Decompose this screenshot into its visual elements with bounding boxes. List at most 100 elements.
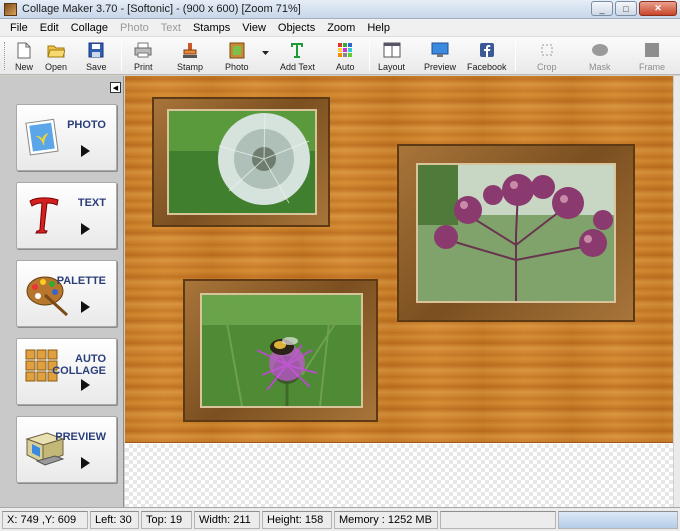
status-width: Width: 211 (194, 510, 260, 529)
monitor-icon (431, 41, 449, 59)
vertical-scrollbar[interactable] (673, 76, 680, 507)
status-progress (558, 510, 678, 529)
menu-help[interactable]: Help (361, 19, 396, 37)
auto-grid-icon (336, 41, 354, 59)
collage-photo-thistle-bee[interactable] (183, 279, 378, 422)
open-label: Open (45, 62, 68, 72)
layout-label: Layout (378, 62, 406, 72)
auto-collage-line-2: COLLAGE (52, 365, 106, 377)
open-button[interactable]: Open (45, 39, 67, 73)
stamp-icon (181, 41, 199, 59)
close-button[interactable]: ✕ (639, 1, 677, 16)
mask-label: Mask (589, 62, 611, 72)
play-icon (81, 223, 90, 235)
frame-label: Frame (639, 62, 666, 72)
text-section-label: TEXT (77, 197, 106, 209)
play-icon (81, 457, 90, 469)
minimize-button[interactable]: _ (591, 1, 613, 16)
title-bar: Collage Maker 3.70 - [Softonic] - (900 x… (0, 0, 680, 19)
sidebar-photo-button[interactable]: PHOTO (16, 104, 117, 171)
printer-icon (134, 41, 152, 59)
play-icon (81, 379, 90, 391)
print-button[interactable]: Print (134, 39, 153, 73)
open-folder-icon (47, 41, 66, 59)
new-document-icon (15, 41, 33, 59)
sidebar-preview-button[interactable]: PREVIEW (16, 416, 117, 483)
sidebar-auto-collage-button[interactable]: AUTO COLLAGE (16, 338, 117, 405)
menu-photo[interactable]: Photo (114, 19, 155, 37)
auto-label: Auto (336, 62, 355, 72)
stamp-button[interactable]: Stamp (177, 39, 203, 73)
menu-view[interactable]: View (236, 19, 272, 37)
new-button[interactable]: New (15, 39, 33, 73)
status-memory: Memory : 1252 MB (334, 510, 438, 529)
status-blank (440, 510, 556, 529)
new-label: New (15, 62, 34, 72)
sidebar-palette-button[interactable]: PALETTE (16, 260, 117, 327)
status-coordinates: X: 749 ,Y: 609 (2, 510, 88, 529)
photo-button[interactable]: Photo (225, 39, 249, 73)
window-controls: _ □ ✕ (591, 1, 677, 16)
menu-stamps[interactable]: Stamps (187, 19, 236, 37)
mask-icon (591, 41, 609, 59)
auto-collage-section-label: AUTO COLLAGE (52, 353, 106, 377)
collage-photo-purple-flowers[interactable] (397, 144, 635, 322)
save-button[interactable]: Save (86, 39, 107, 73)
crop-icon (538, 41, 556, 59)
preview-button[interactable]: Preview (424, 39, 456, 73)
save-label: Save (86, 62, 107, 72)
frame-icon (643, 41, 661, 59)
frame-button[interactable]: Frame (639, 39, 665, 73)
facebook-button[interactable]: Facebook (467, 39, 507, 73)
collage-photo-dandelion[interactable] (152, 97, 330, 227)
photo-image (167, 109, 317, 215)
photo-icon (25, 118, 59, 156)
toolbar-separator (121, 41, 122, 71)
add-text-button[interactable]: Add Text (280, 39, 315, 73)
facebook-icon (478, 41, 496, 59)
photo-frame-icon (228, 41, 246, 59)
maximize-button[interactable]: □ (615, 1, 637, 16)
app-icon (4, 2, 17, 16)
preview-section-label: PREVIEW (55, 431, 106, 443)
print-label: Print (134, 62, 153, 72)
menu-file[interactable]: File (4, 19, 34, 37)
photo-image (416, 163, 616, 303)
red-t-icon (29, 197, 59, 234)
photo-image (200, 293, 363, 408)
menu-edit[interactable]: Edit (34, 19, 65, 37)
text-t-icon (288, 41, 306, 59)
collage-canvas[interactable] (125, 76, 680, 507)
collapse-sidebar-icon[interactable]: ◀ (110, 82, 121, 93)
sidebar: ◀ PHOTO TEXT PALETTE AUTO COLLAGE PREVIE… (0, 76, 124, 507)
menu-zoom[interactable]: Zoom (321, 19, 361, 37)
toolbar: New Open Save Print Stamp Photo Add Text… (0, 37, 680, 75)
floppy-disk-icon (87, 41, 105, 59)
auto-collage-line-1: AUTO (75, 353, 106, 365)
menu-objects[interactable]: Objects (272, 19, 321, 37)
auto-button[interactable]: Auto (336, 39, 355, 73)
menu-text[interactable]: Text (155, 19, 187, 37)
toolbar-separator (369, 41, 370, 71)
status-bar: X: 749 ,Y: 609 Left: 30 Top: 19 Width: 2… (0, 507, 680, 531)
stamp-label: Stamp (177, 62, 204, 72)
status-top: Top: 19 (141, 510, 192, 529)
palette-section-label: PALETTE (56, 275, 106, 287)
crop-label: Crop (537, 62, 557, 72)
play-icon (81, 301, 90, 313)
dandelion-photo (169, 111, 315, 213)
menu-collage[interactable]: Collage (65, 19, 114, 37)
status-left: Left: 30 (90, 510, 139, 529)
status-height: Height: 158 (262, 510, 332, 529)
sidebar-text-button[interactable]: TEXT (16, 182, 117, 249)
layout-button[interactable]: Layout (378, 39, 405, 73)
thistle-bee-photo (202, 295, 361, 406)
crop-button[interactable]: Crop (537, 39, 557, 73)
play-icon (81, 145, 90, 157)
menu-bar: File Edit Collage Photo Text Stamps View… (0, 19, 680, 37)
window-title: Collage Maker 3.70 - [Softonic] - (900 x… (22, 3, 301, 15)
mask-button[interactable]: Mask (589, 39, 611, 73)
toolbar-grip[interactable] (4, 42, 7, 70)
purple-flowers-photo (418, 165, 614, 301)
layout-icon (383, 41, 401, 59)
